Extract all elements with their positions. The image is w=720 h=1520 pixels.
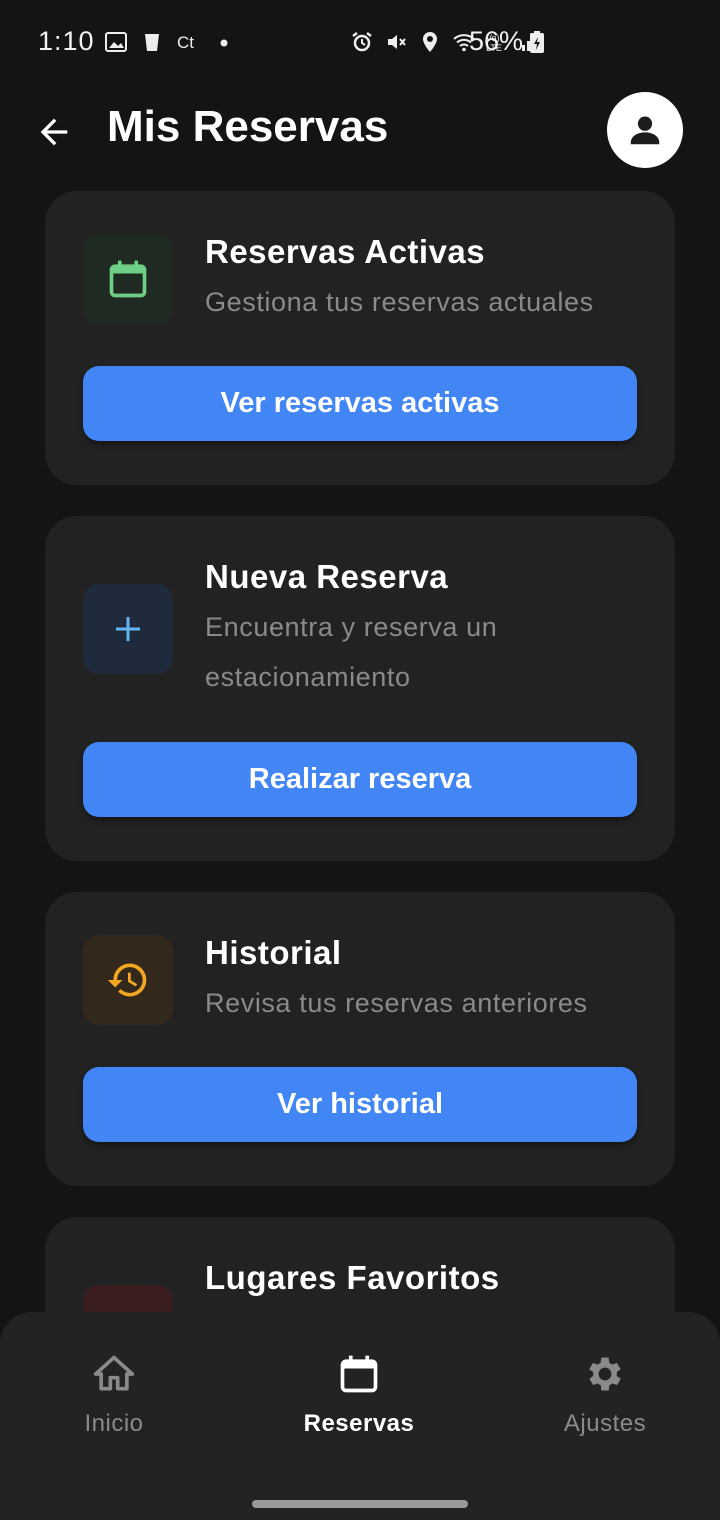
nav-label: Inicio: [84, 1410, 144, 1437]
calendar-icon: [340, 1355, 378, 1393]
card-description: Revisa tus reservas anteriores: [205, 988, 588, 1018]
plus-icon: [116, 617, 140, 641]
card-description: Gestiona tus reservas actuales: [205, 287, 594, 317]
card-title: Lugares Favoritos: [205, 1259, 500, 1296]
ct-icon: Ct: [176, 30, 200, 54]
card-icon-box: [83, 935, 173, 1025]
svg-text:Ct: Ct: [177, 33, 194, 52]
calendar-icon: [109, 260, 147, 298]
location-icon: [418, 30, 442, 54]
back-button[interactable]: [32, 110, 76, 154]
alarm-icon: [350, 30, 374, 54]
nav-item-reservas[interactable]: Reservas: [259, 1352, 459, 1438]
nav-item-inicio[interactable]: Inicio: [14, 1352, 214, 1438]
card-title: Nueva Reserva: [205, 558, 449, 595]
bottom-navigation: Inicio Reservas Ajustes: [0, 1312, 720, 1520]
status-battery: 56%: [469, 26, 545, 57]
battery-icon: [529, 30, 545, 54]
gear-icon: [589, 1357, 621, 1391]
card-reservas-activas: Reservas Activas Gestiona tus reservas a…: [45, 191, 675, 485]
mute-icon: [384, 30, 408, 54]
card-title: Reservas Activas: [205, 233, 486, 270]
page-title: Mis Reservas: [107, 102, 389, 151]
card-historial: Historial Revisa tus reservas anteriores…: [45, 892, 675, 1186]
cup-icon: [140, 30, 164, 54]
nav-item-ajustes[interactable]: Ajustes: [505, 1352, 705, 1438]
arrow-left-icon: [40, 118, 68, 146]
history-icon: [107, 963, 147, 997]
battery-percent: 56%: [469, 26, 524, 56]
person-icon: [630, 116, 660, 145]
avatar-button[interactable]: [607, 92, 683, 168]
nav-label: Reservas: [303, 1410, 415, 1437]
dot-icon: [212, 30, 236, 54]
image-icon: [104, 30, 128, 54]
realizar-reserva-button[interactable]: Realizar reserva: [83, 742, 637, 817]
nav-label: Ajustes: [563, 1410, 647, 1437]
card-description: Encuentra y reserva un estacionamiento: [205, 612, 498, 692]
status-notification-icons: Ct: [104, 30, 236, 54]
ver-historial-button[interactable]: Ver historial: [83, 1067, 637, 1142]
status-time: 1:10: [38, 26, 95, 56]
home-indicator[interactable]: [252, 1500, 468, 1508]
card-nueva-reserva: Nueva Reserva Encuentra y reserva un est…: [45, 516, 675, 861]
ver-reservas-activas-button[interactable]: Ver reservas activas: [83, 366, 637, 441]
card-title: Historial: [205, 934, 342, 971]
home-icon: [93, 1355, 135, 1391]
status-bar: 1:10 Ct Vo) LTE 56%: [0, 0, 720, 88]
card-icon-box: [83, 584, 173, 674]
card-icon-box: [83, 234, 173, 324]
